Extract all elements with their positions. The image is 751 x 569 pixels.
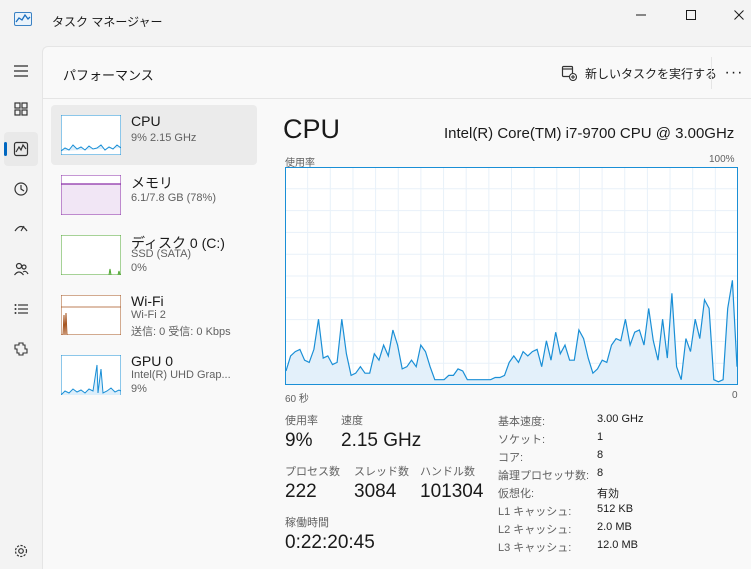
- perf-item-name: メモリ: [131, 175, 173, 191]
- spec-key: コア:: [498, 452, 524, 464]
- spec-key: 基本速度:: [498, 416, 546, 428]
- performance-icon: [13, 141, 29, 157]
- settings-icon: [14, 544, 28, 558]
- handles-value: 101304: [420, 481, 484, 502]
- perf-item-sub: 6.1/7.8 GB (78%): [131, 192, 216, 204]
- minimize-icon: [636, 14, 646, 16]
- spec-value: 12.0 MB: [597, 539, 638, 551]
- spec-key: L1 キャッシュ:: [498, 506, 572, 518]
- processes-icon: [14, 102, 28, 116]
- disk-thumbnail-graph: [61, 235, 121, 275]
- minimize-button[interactable]: [618, 0, 664, 30]
- perf-item-sub: 9% 2.15 GHz: [131, 132, 197, 144]
- maximize-button[interactable]: [668, 0, 714, 30]
- startup-apps-icon: [14, 225, 28, 232]
- performance-list: CPU 9% 2.15 GHz メモリ 6.1/7.8 GB (78%) ディス…: [51, 105, 257, 405]
- window-title: タスク マネージャー: [52, 15, 163, 29]
- cpu-detail-panel: CPU Intel(R) Core(TM) i7-9700 CPU @ 3.00…: [273, 99, 751, 569]
- nav-processes[interactable]: [4, 92, 38, 126]
- cpu-usage-graph: [285, 167, 738, 385]
- content-area: パフォーマンス 新しいタスクを実行する ··· CPU 9% 2.15 GHz: [42, 46, 751, 569]
- perf-item-sub: SSD (SATA): [131, 248, 192, 260]
- usage-value: 9%: [285, 430, 313, 451]
- spec-value: 3.00 GHz: [597, 413, 644, 425]
- spec-key: ソケット:: [498, 434, 546, 446]
- app-history-icon: [14, 182, 28, 196]
- task-manager-icon: [14, 12, 32, 26]
- perf-item-sub2: 送信: 0 受信: 0 Kbps: [131, 326, 231, 338]
- perf-item-sub: Wi-Fi 2: [131, 309, 166, 321]
- page-header: パフォーマンス 新しいタスクを実行する ···: [43, 47, 751, 99]
- cpu-model-name: Intel(R) Core(TM) i7-9700 CPU @ 3.00GHz: [444, 125, 735, 142]
- spec-key: L3 キャッシュ:: [498, 542, 572, 554]
- graph-x-left-label: 60 秒: [285, 394, 309, 405]
- perf-item-sub2: 0%: [131, 262, 147, 274]
- uptime-label: 稼働時間: [285, 517, 329, 529]
- details-icon: [14, 304, 28, 314]
- nav-startup-apps[interactable]: [4, 212, 38, 246]
- nav-settings[interactable]: [4, 534, 38, 568]
- perf-item-name: CPU: [131, 113, 161, 129]
- speed-label: 速度: [341, 415, 363, 427]
- more-options-button[interactable]: ···: [719, 61, 749, 85]
- usage-label: 使用率: [285, 415, 318, 427]
- speed-value: 2.15 GHz: [341, 430, 422, 451]
- perf-item-disk[interactable]: ディスク 0 (C:) SSD (SATA) 0%: [51, 225, 257, 285]
- graph-max-label: 100%: [709, 154, 735, 165]
- perf-item-name: Wi-Fi: [131, 293, 164, 309]
- spec-value: 8: [597, 467, 604, 479]
- perf-item-memory[interactable]: メモリ 6.1/7.8 GB (78%): [51, 165, 257, 225]
- perf-item-sub: Intel(R) UHD Grap...: [131, 369, 231, 381]
- close-button[interactable]: [716, 0, 751, 30]
- uptime-value: 0:22:20:45: [285, 532, 375, 553]
- run-task-label: 新しいタスクを実行する: [585, 66, 718, 81]
- perf-item-name: GPU 0: [131, 353, 174, 369]
- more-options-icon: ···: [724, 64, 744, 81]
- processes-label: プロセス数: [285, 466, 340, 478]
- memory-thumbnail-graph: [61, 175, 121, 215]
- nav-users[interactable]: [4, 252, 38, 286]
- wifi-thumbnail-graph: [61, 295, 121, 335]
- spec-value: 512 KB: [597, 503, 634, 515]
- spec-value: 8: [597, 449, 604, 461]
- threads-value: 3084: [354, 481, 397, 502]
- close-icon: [734, 10, 744, 20]
- run-task-icon: [561, 65, 577, 81]
- perf-item-sub2: 9%: [131, 383, 147, 395]
- cpu-thumbnail-graph: [61, 115, 121, 155]
- nav-details[interactable]: [4, 292, 38, 326]
- page-title: パフォーマンス: [63, 68, 154, 83]
- spec-value: 有効: [597, 488, 619, 500]
- nav-rail: [0, 52, 42, 569]
- perf-item-cpu[interactable]: CPU 9% 2.15 GHz: [51, 105, 257, 165]
- processes-value: 222: [285, 481, 317, 502]
- perf-item-wifi[interactable]: Wi-Fi Wi-Fi 2 送信: 0 受信: 0 Kbps: [51, 285, 257, 345]
- maximize-icon: [686, 10, 696, 20]
- run-new-task-button[interactable]: 新しいタスクを実行する: [561, 62, 717, 84]
- hamburger-menu-button[interactable]: [4, 54, 38, 88]
- header-divider: [711, 57, 712, 89]
- users-icon: [14, 262, 29, 276]
- threads-label: スレッド数: [354, 466, 409, 478]
- graph-x-right-label: 0: [732, 390, 738, 401]
- hamburger-menu-icon: [14, 65, 28, 77]
- spec-key: 仮想化:: [498, 488, 535, 500]
- gpu-thumbnail-graph: [61, 355, 121, 395]
- perf-item-gpu[interactable]: GPU 0 Intel(R) UHD Grap... 9%: [51, 345, 257, 405]
- spec-value: 2.0 MB: [597, 521, 632, 533]
- nav-performance[interactable]: [4, 132, 38, 166]
- spec-key: L2 キャッシュ:: [498, 524, 572, 536]
- nav-app-history[interactable]: [4, 172, 38, 206]
- handles-label: ハンドル数: [420, 466, 475, 478]
- services-icon: [14, 342, 28, 356]
- spec-key: 論理プロセッサ数:: [498, 470, 590, 482]
- detail-title: CPU: [283, 114, 341, 144]
- spec-value: 1: [597, 431, 604, 443]
- nav-services[interactable]: [4, 332, 38, 366]
- title-bar: タスク マネージャー: [0, 0, 751, 40]
